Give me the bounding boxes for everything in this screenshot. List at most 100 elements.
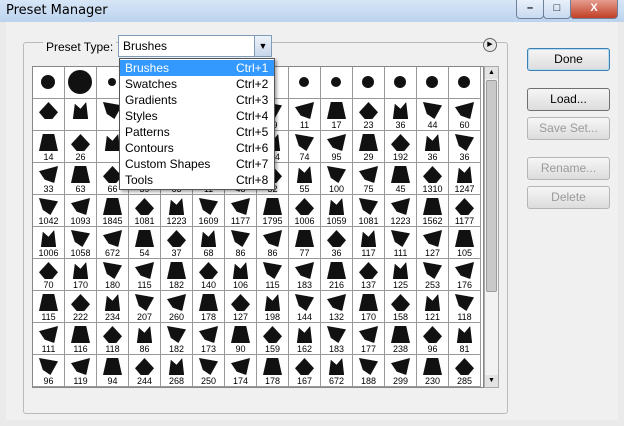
brush-preset-cell[interactable]: 1609 [193,195,225,227]
scroll-thumb[interactable] [486,80,497,292]
brush-preset-cell[interactable]: 44 [417,99,449,131]
brush-preset-cell[interactable]: 177 [353,323,385,355]
brush-preset-cell[interactable]: 174 [225,355,257,387]
brush-preset-cell[interactable]: 86 [225,227,257,259]
brush-preset-cell[interactable]: 63 [65,163,97,195]
brush-preset-cell[interactable]: 74 [289,131,321,163]
brush-preset-cell[interactable]: 29 [353,131,385,163]
brush-preset-cell[interactable]: 250 [193,355,225,387]
dropdown-item-tools[interactable]: Tools Ctrl+8 [120,172,274,188]
brush-preset-cell[interactable]: 106 [225,259,257,291]
brush-preset-cell[interactable]: 111 [33,323,65,355]
brush-preset-cell[interactable]: 121 [417,291,449,323]
brush-preset-cell[interactable]: 183 [289,259,321,291]
brush-preset-cell[interactable]: 1223 [161,195,193,227]
brush-preset-cell[interactable]: 116 [65,323,97,355]
brush-preset-cell[interactable]: 244 [129,355,161,387]
brush-preset-cell[interactable]: 81 [449,323,481,355]
brush-preset-cell[interactable]: 299 [385,355,417,387]
brush-preset-cell[interactable]: 672 [97,227,129,259]
brush-preset-cell[interactable]: 1845 [97,195,129,227]
brush-preset-cell[interactable]: 178 [193,291,225,323]
brush-preset-cell[interactable]: 45 [385,163,417,195]
brush-preset-cell[interactable]: 170 [65,259,97,291]
vertical-scrollbar[interactable]: ▲ ▼ [484,66,499,388]
brush-preset-cell[interactable]: 144 [289,291,321,323]
brush-preset-cell[interactable]: 182 [161,323,193,355]
brush-preset-cell[interactable]: 127 [417,227,449,259]
brush-preset-cell[interactable]: 1093 [65,195,97,227]
brush-preset-cell[interactable] [65,67,97,99]
brush-preset-cell[interactable]: 68 [193,227,225,259]
brush-preset-cell[interactable]: 173 [193,323,225,355]
brush-preset-cell[interactable]: 285 [449,355,481,387]
brush-preset-cell[interactable] [321,67,353,99]
brush-preset-cell[interactable]: 182 [161,259,193,291]
maximize-button[interactable]: □ [543,0,571,19]
brush-preset-cell[interactable]: 75 [353,163,385,195]
rename-button[interactable]: Rename... [527,157,610,180]
brush-preset-cell[interactable]: 95 [321,131,353,163]
brush-preset-cell[interactable]: 178 [257,355,289,387]
brush-preset-cell[interactable]: 1081 [353,195,385,227]
delete-button[interactable]: Delete [527,186,610,209]
close-button[interactable]: X [570,0,618,19]
brush-preset-cell[interactable]: 100 [321,163,353,195]
brush-preset-cell[interactable] [65,99,97,131]
brush-preset-cell[interactable]: 117 [353,227,385,259]
brush-preset-cell[interactable]: 672 [321,355,353,387]
done-button[interactable]: Done [527,48,610,71]
brush-preset-cell[interactable]: 253 [417,259,449,291]
brush-preset-cell[interactable] [33,67,65,99]
brush-preset-cell[interactable]: 70 [33,259,65,291]
brush-preset-cell[interactable]: 1042 [33,195,65,227]
brush-preset-cell[interactable]: 1223 [385,195,417,227]
brush-preset-cell[interactable]: 14 [33,131,65,163]
brush-preset-cell[interactable]: 1177 [449,195,481,227]
chevron-down-icon[interactable]: ▼ [254,36,271,56]
brush-preset-cell[interactable]: 180 [97,259,129,291]
brush-preset-cell[interactable]: 1247 [449,163,481,195]
brush-preset-cell[interactable]: 1177 [225,195,257,227]
brush-preset-cell[interactable]: 60 [449,99,481,131]
brush-preset-cell[interactable]: 170 [353,291,385,323]
brush-preset-cell[interactable]: 26 [65,131,97,163]
brush-preset-cell[interactable] [33,99,65,131]
brush-preset-cell[interactable] [385,67,417,99]
brush-preset-cell[interactable]: 176 [449,259,481,291]
brush-preset-cell[interactable]: 86 [257,227,289,259]
brush-preset-cell[interactable]: 216 [321,259,353,291]
brush-preset-cell[interactable]: 125 [385,259,417,291]
brush-preset-cell[interactable]: 54 [129,227,161,259]
panel-menu-icon[interactable]: ▶ [483,38,497,52]
brush-preset-cell[interactable]: 36 [385,99,417,131]
brush-preset-cell[interactable]: 167 [289,355,321,387]
brush-preset-cell[interactable]: 159 [257,323,289,355]
brush-preset-cell[interactable]: 140 [193,259,225,291]
brush-preset-cell[interactable]: 55 [289,163,321,195]
brush-preset-cell[interactable]: 23 [353,99,385,131]
brush-preset-cell[interactable]: 183 [321,323,353,355]
brush-preset-cell[interactable]: 1006 [33,227,65,259]
brush-preset-cell[interactable]: 230 [417,355,449,387]
brush-preset-cell[interactable]: 188 [353,355,385,387]
brush-preset-cell[interactable]: 96 [417,323,449,355]
brush-preset-cell[interactable]: 137 [353,259,385,291]
brush-preset-cell[interactable]: 105 [449,227,481,259]
brush-preset-cell[interactable]: 1006 [289,195,321,227]
brush-preset-cell[interactable] [449,67,481,99]
scroll-up-icon[interactable]: ▲ [485,67,498,79]
dropdown-item-gradients[interactable]: Gradients Ctrl+3 [120,92,274,108]
brush-preset-cell[interactable]: 1310 [417,163,449,195]
brush-preset-cell[interactable]: 198 [257,291,289,323]
preset-type-select[interactable]: Brushes ▼ [118,35,272,57]
brush-preset-cell[interactable]: 1795 [257,195,289,227]
dropdown-item-patterns[interactable]: Patterns Ctrl+5 [120,124,274,140]
brush-preset-cell[interactable]: 86 [129,323,161,355]
save-set-button[interactable]: Save Set... [527,117,610,140]
brush-preset-cell[interactable]: 115 [257,259,289,291]
dropdown-item-swatches[interactable]: Swatches Ctrl+2 [120,76,274,92]
minimize-button[interactable]: – [516,0,544,19]
brush-preset-cell[interactable]: 17 [321,99,353,131]
brush-preset-cell[interactable]: 192 [385,131,417,163]
